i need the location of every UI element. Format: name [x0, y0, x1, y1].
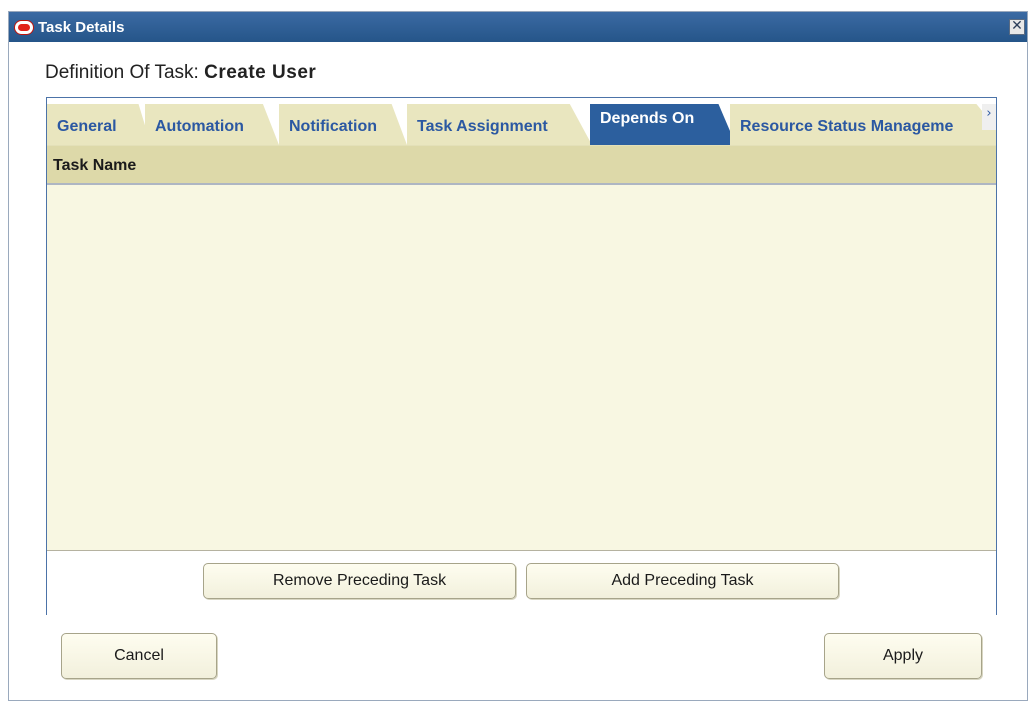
title-bar[interactable]: Task Details ✕ — [9, 12, 1027, 42]
tab-resource-status-management[interactable]: Resource Status Manageme — [730, 104, 996, 145]
tab-label: Resource Status Manageme — [740, 118, 954, 135]
add-preceding-task-button[interactable]: Add Preceding Task — [526, 563, 839, 599]
tab-strip: General Automation Notification Task Ass… — [47, 98, 996, 145]
tab-panel: General Automation Notification Task Ass… — [46, 97, 997, 615]
close-icon[interactable]: ✕ — [1009, 19, 1025, 35]
tab-depends-on[interactable]: Depends On — [590, 104, 736, 145]
task-details-dialog: Task Details ✕ Definition Of Task: Creat… — [8, 11, 1028, 701]
tab-label: Notification — [289, 118, 377, 135]
panel-footer: Remove Preceding Task Add Preceding Task — [47, 551, 996, 615]
task-definition: Definition Of Task: Create User — [45, 62, 316, 84]
remove-preceding-task-button[interactable]: Remove Preceding Task — [203, 563, 516, 599]
apply-button[interactable]: Apply — [824, 633, 982, 679]
task-table-body[interactable] — [47, 185, 996, 551]
tab-automation[interactable]: Automation — [145, 104, 279, 145]
tab-label: General — [57, 118, 117, 135]
oracle-logo-icon — [15, 20, 33, 34]
column-header-label: Task Name — [53, 157, 137, 174]
tab-task-assignment[interactable]: Task Assignment — [407, 104, 592, 145]
definition-value: Create User — [204, 62, 317, 83]
tab-notification[interactable]: Notification — [279, 104, 407, 145]
tab-label: Depends On — [600, 110, 695, 127]
tab-general[interactable]: General — [47, 104, 151, 145]
cancel-button[interactable]: Cancel — [61, 633, 217, 679]
tab-label: Task Assignment — [417, 118, 548, 135]
definition-label: Definition Of Task: — [45, 62, 199, 83]
window-title: Task Details — [38, 18, 125, 36]
column-header-task-name[interactable]: Task Name — [47, 145, 996, 185]
tab-label: Automation — [155, 118, 244, 135]
chevron-right-icon[interactable]: › — [982, 104, 996, 130]
